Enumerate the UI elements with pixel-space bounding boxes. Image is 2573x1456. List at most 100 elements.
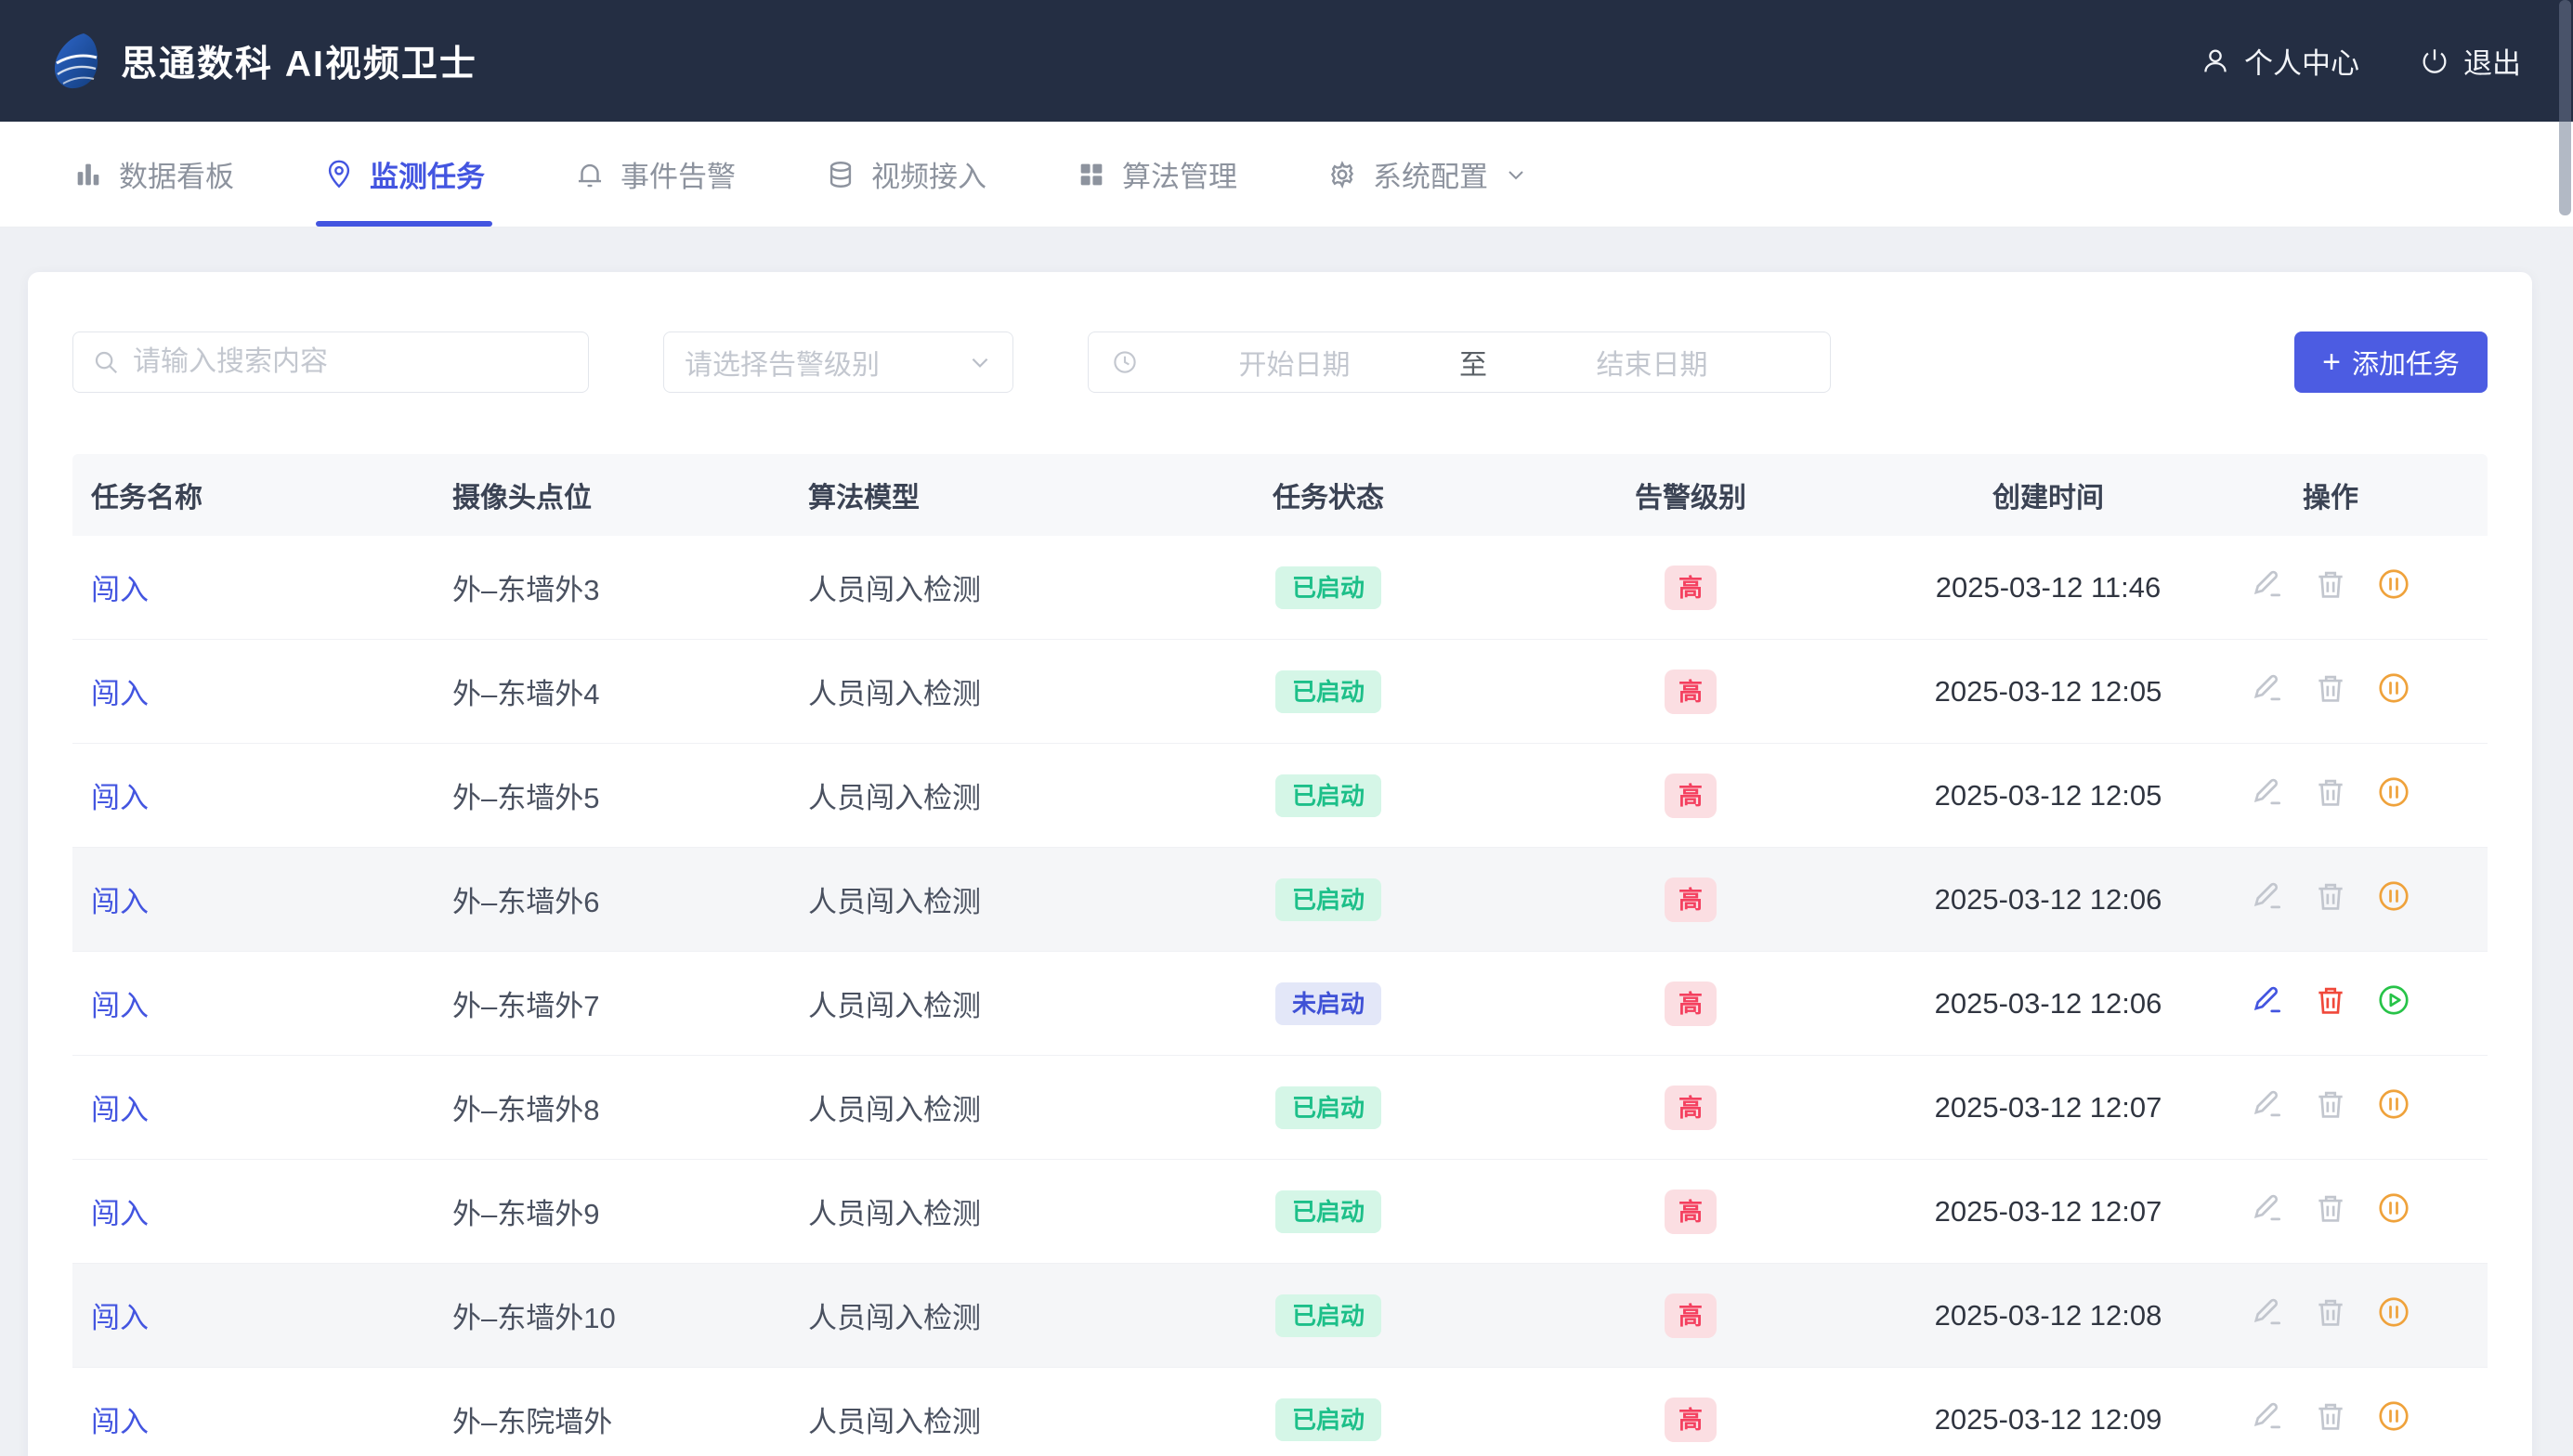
bell-icon [578, 163, 602, 187]
scrollbar-thumb[interactable] [2559, 122, 2571, 215]
toggle-task-button[interactable] [2376, 982, 2411, 1018]
camera-cell: 外–东院墙外 [452, 1406, 613, 1438]
gear-icon [1330, 160, 1354, 188]
toggle-task-button[interactable] [2376, 566, 2411, 602]
task-table: 任务名称 摄像头点位 算法模型 任务状态 告警级别 创建时间 操作 闯入 外–东… [72, 454, 2488, 1456]
search-input[interactable] [133, 346, 569, 378]
filter-bar: 请选择告警级别 开始日期 至 结束日期 + 添加任务 [72, 332, 2488, 393]
edit-button[interactable] [2250, 1190, 2285, 1226]
row-actions [2250, 1190, 2411, 1226]
column-header-created: 创建时间 [1992, 483, 2104, 514]
chevron-down-icon [972, 358, 988, 368]
pause-circle-icon [2379, 880, 2409, 911]
delete-button[interactable] [2313, 670, 2348, 706]
chevron-down-icon [1509, 170, 1523, 179]
edit-button[interactable] [2250, 982, 2285, 1018]
column-header-level: 告警级别 [1635, 483, 1746, 514]
pause-circle-icon [2379, 1400, 2409, 1431]
created-time: 2025-03-12 12:05 [1934, 674, 2162, 708]
trash-icon [2318, 779, 2343, 806]
toggle-task-button[interactable] [2376, 1398, 2411, 1434]
edit-button[interactable] [2250, 1294, 2285, 1330]
edit-button[interactable] [2250, 566, 2285, 602]
nav-item-video-access[interactable]: 视频接入 [808, 122, 1003, 227]
model-cell: 人员闯入检测 [808, 990, 981, 1022]
delete-button[interactable] [2313, 1190, 2348, 1226]
edit-button[interactable] [2250, 1086, 2285, 1122]
task-name-link[interactable]: 闯入 [91, 1302, 149, 1334]
model-cell: 人员闯入检测 [808, 886, 981, 918]
toggle-task-button[interactable] [2376, 1190, 2411, 1226]
delete-button[interactable] [2313, 774, 2348, 810]
trash-icon [2318, 675, 2343, 702]
toggle-task-button[interactable] [2376, 878, 2411, 914]
task-name-link[interactable]: 闯入 [91, 1198, 149, 1230]
user-center-button[interactable]: 个人中心 [2200, 40, 2359, 82]
location-pin-icon [328, 160, 350, 188]
page-title: 思通数科 AI视频卫士 [121, 44, 477, 84]
edit-button[interactable] [2250, 774, 2285, 810]
pause-circle-icon [2379, 1296, 2409, 1327]
app-logo-icon [54, 32, 98, 88]
delete-button[interactable] [2313, 1398, 2348, 1434]
edit-icon [2253, 674, 2281, 700]
nav-item-algorithm-mgmt[interactable]: 算法管理 [1059, 122, 1254, 227]
table-row: 闯入 外–东院墙外 人员闯入检测 已启动 高 2025-03-12 12:09 [72, 1368, 2488, 1456]
edit-icon [2253, 778, 2281, 804]
nav-item-monitor-tasks[interactable]: 监测任务 [307, 122, 502, 227]
logout-button[interactable]: 退出 [2419, 40, 2521, 82]
edit-button[interactable] [2250, 670, 2285, 706]
toggle-task-button[interactable] [2376, 1086, 2411, 1122]
nav-item-system-config[interactable]: 系统配置 [1310, 122, 1544, 227]
date-separator: 至 [1459, 350, 1487, 381]
status-badge: 已启动 [1274, 774, 1381, 817]
database-icon [829, 161, 852, 188]
task-name-link[interactable]: 闯入 [91, 782, 149, 814]
task-name-link[interactable]: 闯入 [91, 1094, 149, 1126]
table-row: 闯入 外–东墙外5 人员闯入检测 已启动 高 2025-03-12 12:05 [72, 744, 2488, 848]
status-badge: 未启动 [1274, 982, 1381, 1025]
status-badge: 已启动 [1274, 1294, 1381, 1337]
row-actions [2250, 982, 2411, 1018]
row-actions [2250, 670, 2411, 706]
camera-cell: 外–东墙外7 [452, 990, 600, 1022]
edit-button[interactable] [2250, 878, 2285, 914]
level-badge: 高 [1664, 773, 1717, 818]
toggle-task-button[interactable] [2376, 1294, 2411, 1330]
task-name-link[interactable]: 闯入 [91, 1406, 149, 1438]
task-name-link[interactable]: 闯入 [91, 678, 149, 710]
delete-button[interactable] [2313, 1294, 2348, 1330]
table-row: 闯入 外–东墙外9 人员闯入检测 已启动 高 2025-03-12 12:07 [72, 1160, 2488, 1264]
task-name-link[interactable]: 闯入 [91, 574, 149, 606]
delete-button[interactable] [2313, 982, 2348, 1018]
created-time: 2025-03-12 12:06 [1934, 986, 2162, 1020]
date-range-picker: 开始日期 至 结束日期 [1088, 332, 1831, 393]
created-time: 2025-03-12 12:06 [1934, 882, 2162, 916]
table-row: 闯入 外–东墙外8 人员闯入检测 已启动 高 2025-03-12 12:07 [72, 1056, 2488, 1160]
toggle-task-button[interactable] [2376, 670, 2411, 706]
delete-button[interactable] [2313, 878, 2348, 914]
trash-icon [2318, 571, 2343, 598]
trash-icon [2318, 1195, 2343, 1222]
task-name-link[interactable]: 闯入 [91, 886, 149, 918]
delete-button[interactable] [2313, 566, 2348, 602]
column-header-actions: 操作 [2303, 483, 2358, 514]
nav-item-event-alerts[interactable]: 事件告警 [557, 122, 752, 227]
delete-button[interactable] [2313, 1086, 2348, 1122]
add-task-button[interactable]: + 添加任务 [2294, 332, 2488, 393]
start-date-input[interactable]: 开始日期 [1139, 342, 1450, 383]
table-row: 闯入 外–东墙外4 人员闯入检测 已启动 高 2025-03-12 12:05 [72, 640, 2488, 744]
edit-button[interactable] [2250, 1398, 2285, 1434]
nav-item-dashboard[interactable]: 数据看板 [56, 122, 251, 227]
task-name-link[interactable]: 闯入 [91, 990, 149, 1022]
camera-cell: 外–东墙外6 [452, 886, 600, 918]
created-time: 2025-03-12 12:09 [1934, 1402, 2162, 1436]
status-badge: 已启动 [1274, 670, 1381, 713]
camera-cell: 外–东墙外5 [452, 782, 600, 814]
play-circle-icon [2379, 984, 2409, 1015]
end-date-input[interactable]: 结束日期 [1496, 342, 1808, 383]
scrollbar-thumb[interactable] [2559, 0, 2571, 122]
toggle-task-button[interactable] [2376, 774, 2411, 810]
plus-icon: + [2322, 344, 2341, 380]
alert-level-select[interactable]: 请选择告警级别 [663, 332, 1013, 393]
